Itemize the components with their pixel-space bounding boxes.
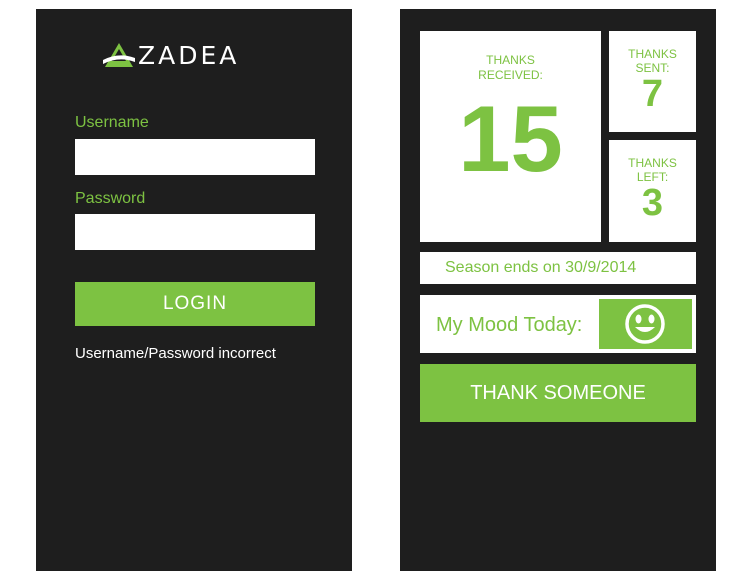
login-screen: ZADEA Username Password LOGIN Username/P… — [36, 9, 352, 571]
thanks-left-value: 3 — [641, 182, 664, 224]
login-error-message: Username/Password incorrect — [75, 345, 276, 362]
password-input[interactable] — [75, 214, 315, 250]
thank-someone-button[interactable]: THANK SOMEONE — [420, 364, 696, 422]
mood-label: My Mood Today: — [436, 314, 583, 336]
mood-bar: My Mood Today: — [420, 295, 696, 353]
thanks-sent-tile: THANKS SENT: 7 — [609, 31, 696, 132]
zadea-logo-icon — [103, 43, 135, 67]
thanks-sent-label: THANKS SENT: — [628, 47, 677, 75]
username-input[interactable] — [75, 139, 315, 175]
smiley-face-icon — [625, 304, 665, 344]
logo-text: ZADEA — [138, 41, 240, 70]
thanks-received-label: THANKS RECEIVED: — [478, 53, 543, 82]
zadea-logo: ZADEA — [102, 41, 282, 71]
password-label: Password — [75, 190, 146, 207]
username-label: Username — [75, 114, 149, 131]
dashboard-screen: THANKS RECEIVED: 15 THANKS SENT: 7 THANK… — [400, 9, 716, 571]
thanks-received-tile: THANKS RECEIVED: 15 — [420, 31, 601, 242]
thanks-sent-value: 7 — [641, 73, 664, 115]
thanks-left-label: THANKS LEFT: — [628, 156, 677, 184]
thanks-received-value: 15 — [458, 86, 563, 191]
season-end-banner: Season ends on 30/9/2014 — [420, 252, 696, 284]
mood-button[interactable] — [599, 299, 692, 349]
thanks-left-tile: THANKS LEFT: 3 — [609, 140, 696, 242]
login-button[interactable]: LOGIN — [75, 282, 315, 326]
